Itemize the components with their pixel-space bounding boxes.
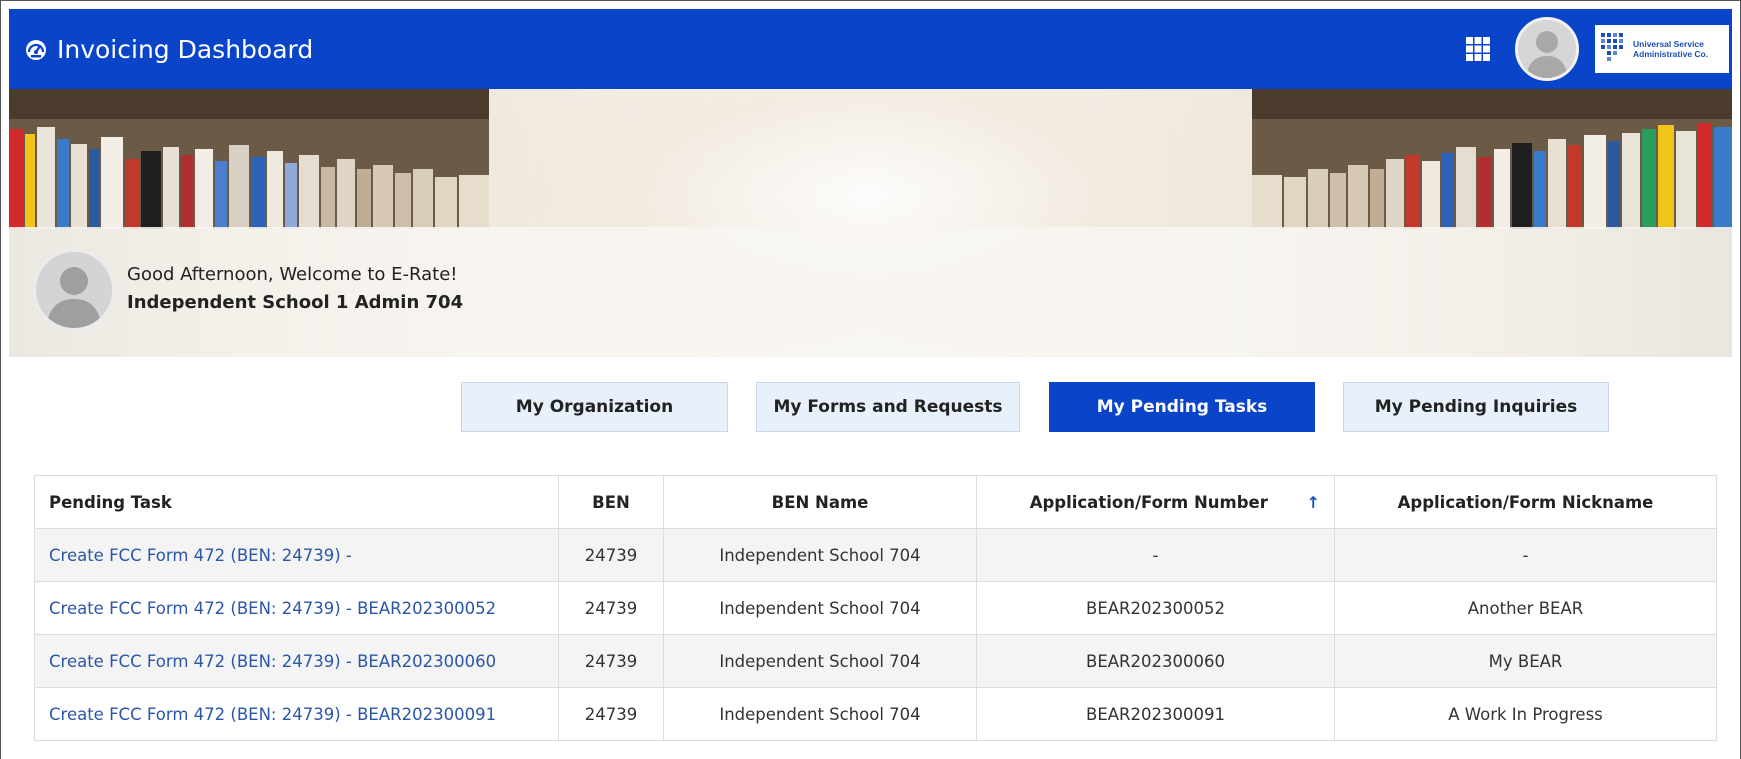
welcome-banner: Good Afternoon, Welcome to E-Rate! Indep… bbox=[9, 89, 1732, 357]
table-cell-ben-name: Independent School 704 bbox=[663, 528, 977, 582]
column-header-ben-name[interactable]: BEN Name bbox=[663, 475, 977, 529]
tab-label: My Forms and Requests bbox=[773, 397, 1003, 417]
pending-task-link[interactable]: Create FCC Form 472 (BEN: 24739) - BEAR2… bbox=[49, 652, 496, 671]
tab-my-organization[interactable]: My Organization bbox=[461, 382, 728, 432]
user-avatar-button[interactable] bbox=[1515, 17, 1579, 81]
tab-my-pending-inquiries[interactable]: My Pending Inquiries bbox=[1343, 382, 1609, 432]
sort-ascending-icon[interactable]: ↑ bbox=[1307, 493, 1320, 512]
table-cell-ben-name: Independent School 704 bbox=[663, 687, 977, 741]
welcome-avatar bbox=[33, 249, 115, 331]
bookshelf-right-image bbox=[1252, 89, 1732, 229]
table-cell-pending-task: Create FCC Form 472 (BEN: 24739) - BEAR2… bbox=[34, 581, 559, 635]
table-cell-form-number: BEAR202300060 bbox=[976, 634, 1335, 688]
column-header-application-form-number[interactable]: Application/Form Number ↑ bbox=[976, 475, 1335, 529]
user-avatar-icon bbox=[1518, 20, 1576, 78]
table-cell-form-nickname: Another BEAR bbox=[1334, 581, 1717, 635]
column-header-application-form-nickname[interactable]: Application/Form Nickname bbox=[1334, 475, 1717, 529]
table-cell-form-nickname: My BEAR bbox=[1334, 634, 1717, 688]
user-name: Independent School 1 Admin 704 bbox=[127, 292, 464, 313]
welcome-block: Good Afternoon, Welcome to E-Rate! Indep… bbox=[33, 249, 463, 331]
tab-label: My Pending Inquiries bbox=[1374, 397, 1578, 417]
table-cell-form-nickname: - bbox=[1334, 528, 1717, 582]
table-cell-ben-name: Independent School 704 bbox=[663, 581, 977, 635]
page: Invoicing Dashboard Universal Service Ad… bbox=[0, 0, 1741, 759]
table-header-row: Pending Task BEN BEN Name Application/Fo… bbox=[34, 475, 1717, 529]
tab-my-pending-tasks[interactable]: My Pending Tasks bbox=[1049, 382, 1315, 432]
column-header-ben[interactable]: BEN bbox=[558, 475, 664, 529]
pending-task-link[interactable]: Create FCC Form 472 (BEN: 24739) - BEAR2… bbox=[49, 599, 496, 618]
table-cell-pending-task: Create FCC Form 472 (BEN: 24739) - BEAR2… bbox=[34, 634, 559, 688]
dashboard-tabs: My Organization My Forms and Requests My… bbox=[1, 382, 1740, 432]
table-cell-form-number: BEAR202300091 bbox=[976, 687, 1335, 741]
pending-tasks-table: Pending Task BEN BEN Name Application/Fo… bbox=[34, 475, 1717, 741]
grid-apps-icon[interactable] bbox=[1463, 34, 1493, 64]
table-cell-ben-name: Independent School 704 bbox=[663, 634, 977, 688]
tab-label: My Organization bbox=[515, 397, 674, 417]
usac-logo-text: Universal Service Administrative Co. bbox=[1633, 39, 1708, 59]
dashboard-gauge-icon bbox=[23, 36, 49, 62]
table-cell-form-number: BEAR202300052 bbox=[976, 581, 1335, 635]
greeting-text: Good Afternoon, Welcome to E-Rate! bbox=[127, 264, 458, 285]
tab-my-forms-and-requests[interactable]: My Forms and Requests bbox=[756, 382, 1020, 432]
usac-logo: Universal Service Administrative Co. bbox=[1595, 25, 1729, 73]
page-title: Invoicing Dashboard bbox=[57, 34, 314, 64]
table-row: Create FCC Form 472 (BEN: 24739) - BEAR2… bbox=[34, 687, 1717, 741]
column-header-pending-task[interactable]: Pending Task bbox=[34, 475, 559, 529]
table-row: Create FCC Form 472 (BEN: 24739) - 24739… bbox=[34, 528, 1717, 582]
user-avatar-icon bbox=[36, 252, 112, 328]
table-cell-form-nickname: A Work In Progress bbox=[1334, 687, 1717, 741]
bookshelf-left-image bbox=[9, 89, 489, 229]
table-cell-ben: 24739 bbox=[558, 581, 664, 635]
welcome-text: Good Afternoon, Welcome to E-Rate! Indep… bbox=[127, 262, 463, 318]
logo-line-1: Universal Service bbox=[1633, 39, 1704, 49]
table-row: Create FCC Form 472 (BEN: 24739) - BEAR2… bbox=[34, 581, 1717, 635]
logo-line-2: Administrative Co. bbox=[1633, 49, 1709, 59]
table-cell-pending-task: Create FCC Form 472 (BEN: 24739) - BEAR2… bbox=[34, 687, 559, 741]
table-cell-pending-task: Create FCC Form 472 (BEN: 24739) - bbox=[34, 528, 559, 582]
pending-task-link[interactable]: Create FCC Form 472 (BEN: 24739) - BEAR2… bbox=[49, 705, 496, 724]
pending-tasks-table-wrap: Pending Task BEN BEN Name Application/Fo… bbox=[34, 475, 1717, 741]
navbar-right: Universal Service Administrative Co. bbox=[1463, 9, 1732, 89]
table-cell-ben: 24739 bbox=[558, 634, 664, 688]
usac-logo-mark-icon bbox=[1601, 33, 1623, 61]
table-row: Create FCC Form 472 (BEN: 24739) - BEAR2… bbox=[34, 634, 1717, 688]
table-cell-form-number: - bbox=[976, 528, 1335, 582]
table-cell-ben: 24739 bbox=[558, 528, 664, 582]
table-cell-ben: 24739 bbox=[558, 687, 664, 741]
pending-task-link[interactable]: Create FCC Form 472 (BEN: 24739) - bbox=[49, 546, 352, 565]
top-navbar: Invoicing Dashboard Universal Service Ad… bbox=[9, 9, 1732, 89]
tab-label: My Pending Tasks bbox=[1096, 397, 1268, 417]
